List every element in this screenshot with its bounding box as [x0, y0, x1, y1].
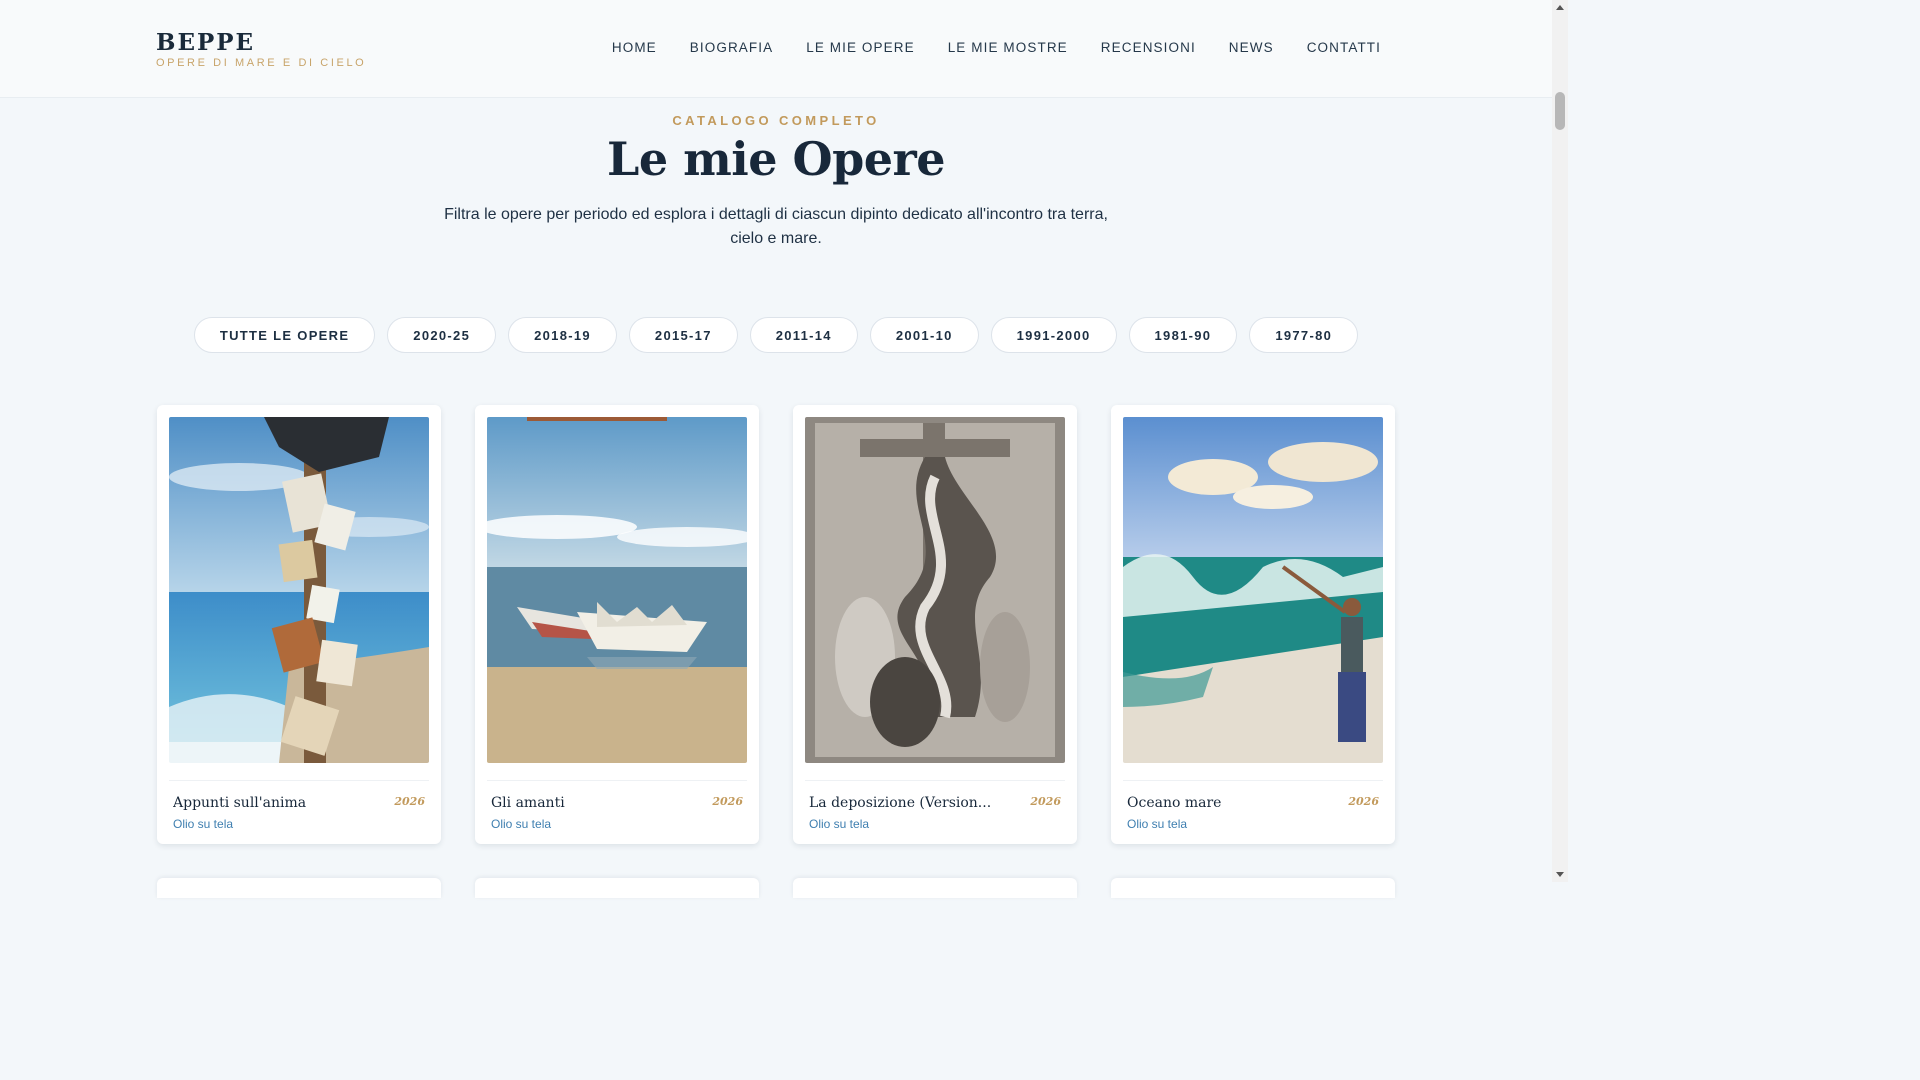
artwork-card[interactable]	[157, 878, 441, 898]
artwork-card[interactable]: La deposizione (Version... 2026 Olio su …	[793, 405, 1077, 844]
filter-all[interactable]: TUTTE LE OPERE	[193, 317, 376, 353]
artwork-card[interactable]: Appunti sull'anima 2026 Olio su tela	[157, 405, 441, 844]
nav-item-le-mie-opere[interactable]: LE MIE OPERE	[806, 40, 914, 55]
filter-2018-19[interactable]: 2018-19	[508, 317, 617, 353]
artwork-grid-next-row	[157, 878, 1395, 898]
card-divider	[487, 780, 747, 781]
filter-1977-80[interactable]: 1977-80	[1249, 317, 1359, 353]
main-nav: HOME BIOGRAFIA LE MIE OPERE LE MIE MOSTR…	[612, 40, 1381, 55]
scroll-thumb[interactable]	[1555, 92, 1565, 130]
artwork-year: 2026	[394, 795, 425, 808]
filter-2020-25[interactable]: 2020-25	[387, 317, 497, 353]
card-divider	[169, 780, 429, 781]
page-subtitle: Filtra le opere per periodo ed esplora i…	[444, 206, 1108, 247]
brand-name: BEPPE	[156, 29, 256, 56]
artwork-card[interactable]	[793, 878, 1077, 898]
nav-item-news[interactable]: NEWS	[1229, 40, 1274, 55]
page-scrollbar[interactable]	[1552, 0, 1568, 882]
artwork-image[interactable]	[487, 417, 747, 763]
filter-1991-2000[interactable]: 1991-2000	[990, 317, 1117, 353]
nav-item-biografia[interactable]: BIOGRAFIA	[690, 40, 773, 55]
artwork-medium: Olio su tela	[173, 817, 234, 831]
artwork-title: Gli amanti	[491, 795, 565, 811]
card-divider	[805, 780, 1065, 781]
nav-item-contatti[interactable]: CONTATTI	[1307, 40, 1381, 55]
filter-2001-10[interactable]: 2001-10	[869, 317, 979, 353]
filter-2011-14[interactable]: 2011-14	[749, 317, 858, 353]
artwork-card[interactable]	[475, 878, 759, 898]
artwork-card[interactable]: Oceano mare 2026 Olio su tela	[1111, 405, 1395, 844]
artwork-title: Oceano mare	[1127, 795, 1222, 811]
filter-2015-17[interactable]: 2015-17	[628, 317, 738, 353]
nav-item-recensioni[interactable]: RECENSIONI	[1101, 40, 1196, 55]
artwork-year: 2026	[1030, 795, 1061, 808]
filter-1981-90[interactable]: 1981-90	[1128, 317, 1238, 353]
page-title: Le mie Opere	[606, 132, 946, 186]
nav-item-home[interactable]: HOME	[612, 40, 657, 55]
artwork-medium: Olio su tela	[809, 817, 870, 831]
brand-logo[interactable]: BEPPE OPERE DI MARE E DI CIELO	[156, 29, 367, 70]
section-eyebrow: CATALOGO COMPLETO	[672, 113, 880, 128]
brand-tagline: OPERE DI MARE E DI CIELO	[156, 57, 367, 69]
nav-item-le-mie-mostre[interactable]: LE MIE MOSTRE	[948, 40, 1068, 55]
artwork-year: 2026	[1348, 795, 1379, 808]
period-filters: TUTTE LE OPERE 2020-25 2018-19 2015-17 2…	[0, 317, 1552, 353]
artwork-medium: Olio su tela	[491, 817, 552, 831]
artwork-card[interactable]	[1111, 878, 1395, 898]
card-divider	[1123, 780, 1383, 781]
artwork-grid: Appunti sull'anima 2026 Olio su tela Gli…	[157, 405, 1395, 844]
scroll-up-arrow-icon[interactable]	[1556, 5, 1564, 10]
artwork-image[interactable]	[169, 417, 429, 763]
scroll-down-arrow-icon[interactable]	[1556, 872, 1564, 877]
artwork-card[interactable]: Gli amanti 2026 Olio su tela	[475, 405, 759, 844]
site-header: BEPPE OPERE DI MARE E DI CIELO HOME BIOG…	[0, 0, 1552, 98]
artwork-title: La deposizione (Version...	[809, 795, 992, 811]
artwork-year: 2026	[712, 795, 743, 808]
artwork-image[interactable]	[805, 417, 1065, 763]
artwork-image[interactable]	[1123, 417, 1383, 763]
artwork-title: Appunti sull'anima	[173, 795, 307, 811]
artwork-medium: Olio su tela	[1127, 817, 1188, 831]
